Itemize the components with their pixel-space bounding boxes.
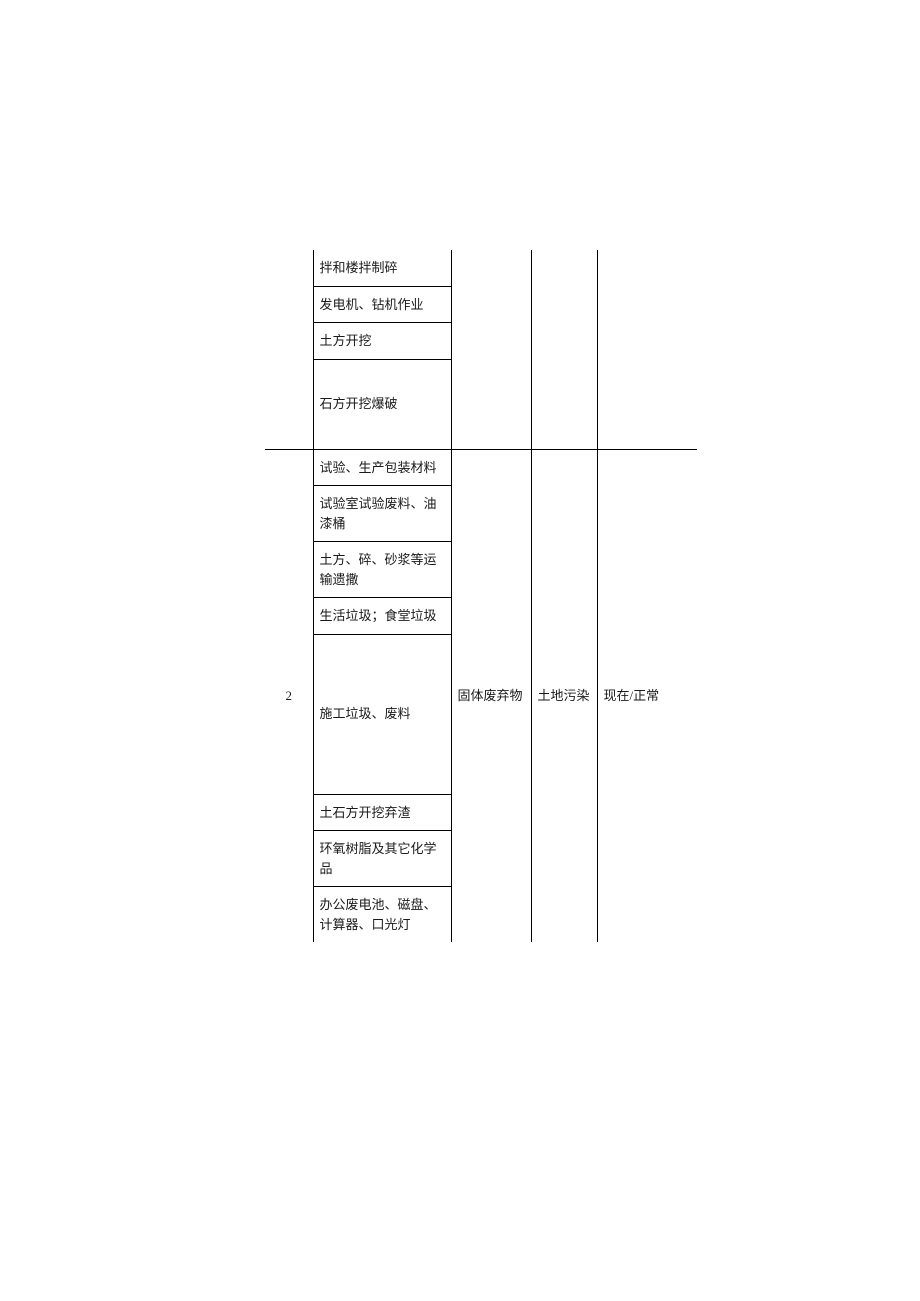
activity-cell: 环氧树脂及其它化学品 [313, 831, 451, 887]
impact-cell [531, 250, 597, 449]
activity-cell: 试验、生产包装材料 [313, 449, 451, 486]
activity-cell: 土方开挖 [313, 323, 451, 360]
activity-cell: 发电机、钻机作业 [313, 286, 451, 323]
table-row: 拌和楼拌制碎 [265, 250, 697, 286]
activity-cell: 土方、碎、砂浆等运输遗撒 [313, 542, 451, 598]
activity-cell: 施工垃圾、废料 [313, 634, 451, 794]
activity-cell: 石方开挖爆破 [313, 359, 451, 449]
row-number-cell [265, 250, 313, 449]
impact-cell: 土地污染 [531, 449, 597, 942]
activity-cell: 办公废电池、磁盘、计算器、口光灯 [313, 887, 451, 943]
environmental-factors-table: 拌和楼拌制碎 发电机、钻机作业 土方开挖 石方开挖爆破 2 试验、生产包装材料 … [265, 250, 697, 942]
factor-cell [451, 250, 531, 449]
activity-cell: 生活垃圾；食堂垃圾 [313, 598, 451, 635]
activity-cell: 拌和楼拌制碎 [313, 250, 451, 286]
row-number-cell: 2 [265, 449, 313, 942]
activity-cell: 土石方开挖弃渣 [313, 794, 451, 831]
time-state-cell [597, 250, 697, 449]
factor-cell: 固体废弃物 [451, 449, 531, 942]
activity-cell: 试验室试验废料、油漆桶 [313, 486, 451, 542]
time-state-cell: 现在/正常 [597, 449, 697, 942]
table-row: 2 试验、生产包装材料 固体废弃物 土地污染 现在/正常 [265, 449, 697, 486]
